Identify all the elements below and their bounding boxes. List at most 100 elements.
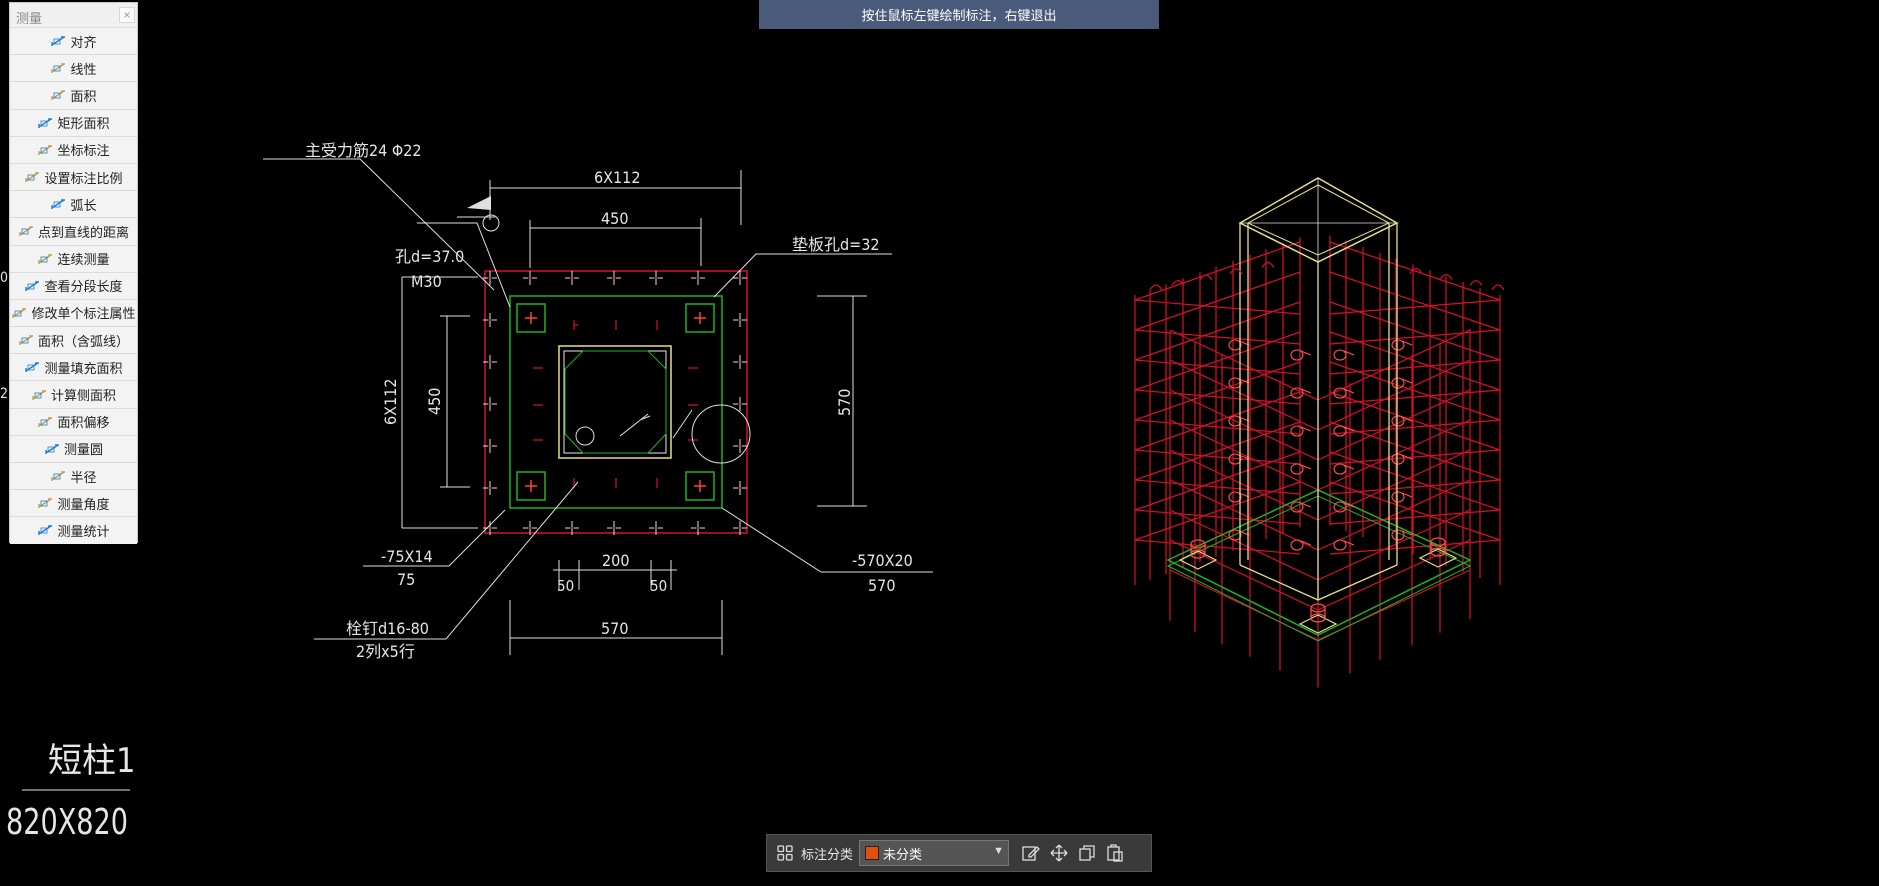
dim-top-inner: 450 [601, 209, 628, 228]
label-plate-left: -75X14 [381, 547, 433, 566]
title-block: 短柱1 820X820 [6, 741, 135, 843]
label-pad-hole: 垫板孔d=32 [792, 235, 880, 254]
copy-icon[interactable] [1073, 839, 1101, 867]
side-area-icon [31, 389, 47, 401]
left-edge-text-a: 0 [0, 270, 8, 286]
close-icon[interactable]: × [119, 7, 135, 23]
tool-label: 计算侧面积 [50, 388, 116, 404]
tool-segment-length[interactable]: 查看分段长度 [10, 271, 137, 299]
dim-right: 570 [835, 389, 854, 416]
label-stud-sub: 2列x5行 [356, 642, 415, 661]
scale-setting-icon [24, 171, 40, 183]
tool-rect-area[interactable]: 矩形面积 [10, 108, 137, 136]
category-select[interactable]: 未分类 ▼ [859, 840, 1010, 866]
dim-50-left: 50 [557, 577, 574, 595]
move-icon[interactable] [1045, 839, 1073, 867]
fill-area-icon [24, 361, 40, 373]
tool-label: 测量角度 [57, 496, 110, 512]
dim-50-right: 50 [650, 577, 667, 595]
area-offset-icon [37, 416, 53, 428]
tool-label: 线性 [70, 61, 97, 77]
panel-title: 测量 [16, 11, 43, 26]
tool-scale-setting[interactable]: 设置标注比例 [10, 162, 137, 191]
grid-icon[interactable] [771, 839, 799, 867]
tool-label: 查看分段长度 [44, 279, 123, 295]
tool-label: 设置标注比例 [44, 170, 123, 186]
angle-measure-icon [37, 497, 53, 509]
tool-label: 坐标标注 [57, 143, 110, 159]
tool-point-line-distance[interactable]: 点到直线的距离 [10, 217, 137, 245]
tool-continuous-measure[interactable]: 连续测量 [10, 244, 137, 272]
label-hole: 孔d=37.0 [395, 247, 464, 266]
tool-arc-length[interactable]: 弧长 [10, 190, 137, 218]
tool-radius[interactable]: 半径 [10, 462, 137, 490]
label-plate-right-sub: 570 [868, 576, 895, 595]
annotation-toolbar: 标注分类 未分类 ▼ [766, 834, 1152, 872]
tool-list: 对齐线性面积矩形面积坐标标注设置标注比例 弧长点到直线的距离 连续测量查看分段长度修… [10, 27, 137, 544]
hint-bar: 按住鼠标左键绘制标注，右键退出 [759, 0, 1159, 29]
tool-coordinate[interactable]: 坐标标注 [10, 135, 137, 163]
tool-label: 面积 [70, 88, 97, 104]
cad-drawing-canvas[interactable]: 主受力筋24 Φ22 孔d=37.0 M30 垫板孔d=32 6X112 450… [0, 0, 1879, 886]
plan-view: 主受力筋24 Φ22 孔d=37.0 M30 垫板孔d=32 6X112 450… [0, 141, 933, 661]
tool-label: 对齐 [70, 34, 97, 50]
tool-label: 修改单个标注属性 [31, 306, 136, 322]
statistics-icon [37, 524, 53, 536]
category-color-swatch [865, 846, 880, 860]
measure-panel: 测量 × 对齐线性面积矩形面积坐标标注设置标注比例 弧长点到直线的距离 连续测量查看… [9, 2, 138, 544]
title-name: 短柱1 [48, 741, 135, 781]
arc-area-icon [18, 334, 34, 346]
isometric-view [1134, 177, 1505, 688]
radius-icon [50, 470, 66, 482]
rect-area-icon [37, 117, 53, 129]
dim-left-outer: 6X112 [381, 379, 400, 425]
tool-fill-area[interactable]: 测量填充面积 [10, 353, 137, 381]
tool-angle-measure[interactable]: 测量角度 [10, 489, 137, 517]
segment-length-icon [24, 280, 40, 292]
circle-measure-icon [44, 443, 60, 455]
dim-bottom: 570 [601, 619, 628, 638]
label-main-rebar: 主受力筋24 Φ22 [305, 141, 422, 160]
category-label: 标注分类 [801, 846, 854, 862]
label-plate-left-sub: 75 [397, 570, 415, 589]
tool-arc-area[interactable]: 面积（含弧线） [10, 326, 137, 354]
chevron-down-icon: ▼ [993, 845, 1005, 857]
tool-label: 测量填充面积 [44, 360, 123, 376]
linear-measure-icon [50, 62, 66, 74]
point-line-distance-icon [18, 225, 34, 237]
tool-label: 面积偏移 [57, 415, 110, 431]
hint-text: 按住鼠标左键绘制标注，右键退出 [861, 8, 1057, 23]
tool-area-offset[interactable]: 面积偏移 [10, 407, 137, 435]
align-measure-icon [50, 35, 66, 47]
tool-area-measure[interactable]: 面积 [10, 81, 137, 109]
tool-label: 矩形面积 [57, 116, 110, 132]
tool-label: 半径 [70, 469, 97, 485]
panel-header: 测量 × [10, 3, 137, 27]
label-plate-right: -570X20 [852, 551, 913, 570]
tool-label: 测量圆 [63, 442, 103, 458]
tool-circle-measure[interactable]: 测量圆 [10, 434, 137, 462]
tool-edit-annotation[interactable]: 修改单个标注属性 [10, 298, 137, 327]
category-selected-value: 未分类 [883, 846, 923, 862]
tool-label: 点到直线的距离 [37, 224, 129, 240]
paste-icon[interactable] [1101, 839, 1129, 867]
left-edge-text-b: 2 [0, 386, 8, 402]
edit-icon[interactable] [1017, 839, 1045, 867]
coordinate-icon [37, 144, 53, 156]
title-size: 820X820 [6, 802, 128, 843]
tool-side-area[interactable]: 计算侧面积 [10, 380, 137, 408]
label-bolt: M30 [411, 272, 442, 291]
arc-length-icon [50, 198, 66, 210]
tool-statistics[interactable]: 测量统计 [10, 516, 137, 544]
tool-linear-measure[interactable]: 线性 [10, 54, 137, 82]
continuous-measure-icon [37, 253, 53, 265]
tool-label: 面积（含弧线） [37, 333, 129, 349]
dim-top-outer: 6X112 [594, 168, 640, 187]
tool-label: 测量统计 [57, 523, 110, 539]
dim-200: 200 [602, 551, 629, 570]
tool-label: 弧长 [70, 197, 97, 213]
tool-label: 连续测量 [57, 252, 110, 268]
edit-annotation-icon [11, 307, 27, 319]
label-stud: 栓钉d16-80 [346, 619, 429, 638]
tool-align-measure[interactable]: 对齐 [10, 27, 137, 55]
